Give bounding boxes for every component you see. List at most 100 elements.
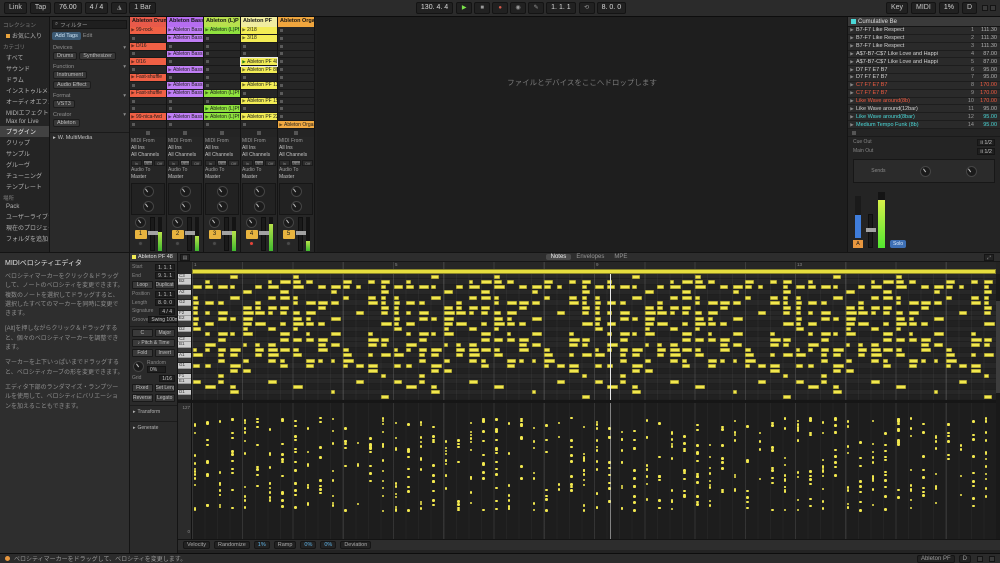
velocity-dot[interactable]: [231, 467, 234, 471]
velocity-dot[interactable]: [243, 431, 247, 434]
midi-note[interactable]: [921, 306, 930, 311]
velocity-dot[interactable]: [507, 507, 511, 511]
velocity-dot[interactable]: [884, 449, 887, 453]
midi-note[interactable]: [858, 348, 868, 353]
arm-button[interactable]: [175, 241, 180, 246]
tab-envelopes[interactable]: Envelopes: [571, 254, 609, 260]
velocity-dot[interactable]: [834, 417, 837, 420]
velocity-dot[interactable]: [381, 486, 385, 490]
velocity-dot[interactable]: [909, 498, 913, 502]
velocity-dot[interactable]: [231, 471, 234, 475]
scale-name-chooser[interactable]: Major: [154, 329, 175, 337]
velocity-dot[interactable]: [482, 417, 485, 421]
midi-note[interactable]: [305, 279, 314, 284]
midi-note[interactable]: [644, 311, 656, 316]
midi-note[interactable]: [707, 337, 717, 342]
velocity-dot[interactable]: [281, 442, 284, 446]
midi-note[interactable]: [858, 321, 870, 326]
clip-stop-slot[interactable]: [278, 34, 314, 43]
velocity-dot[interactable]: [683, 469, 686, 472]
clip-slot[interactable]: ▶ D/16: [130, 42, 166, 51]
velocity-dot[interactable]: [444, 462, 448, 466]
midi-note[interactable]: [217, 353, 225, 358]
midi-note[interactable]: [380, 295, 386, 300]
velocity-dot[interactable]: [947, 423, 950, 427]
sidebar-item-グルーヴ[interactable]: グルーヴ: [0, 159, 49, 170]
velocity-dot[interactable]: [256, 473, 259, 477]
velocity-dot[interactable]: [469, 437, 473, 440]
velocity-lane[interactable]: [192, 403, 996, 539]
sidebar-item-サンプル[interactable]: サンプル: [0, 148, 49, 159]
monitor-auto-button[interactable]: Auto: [253, 160, 265, 166]
midi-note[interactable]: [870, 353, 882, 358]
velocity-dot[interactable]: [545, 509, 548, 512]
midi-note[interactable]: [808, 384, 820, 389]
velocity-dot[interactable]: [407, 467, 410, 471]
monitor-in-button[interactable]: In: [131, 160, 142, 166]
midi-note[interactable]: [418, 337, 428, 342]
velocity-dot[interactable]: [419, 458, 423, 461]
velocity-dot[interactable]: [934, 436, 938, 439]
velocity-dot[interactable]: [193, 462, 196, 465]
midi-note[interactable]: [958, 285, 964, 290]
midi-note[interactable]: [330, 358, 336, 363]
place-item-ユーザーライブラリ[interactable]: ユーザーライブラリ: [0, 211, 49, 222]
midi-note[interactable]: [946, 295, 952, 300]
midi-note[interactable]: [933, 300, 943, 305]
velocity-dot[interactable]: [281, 419, 284, 423]
midi-note[interactable]: [418, 300, 426, 305]
send-a-knob[interactable]: [253, 186, 265, 197]
scene-row[interactable]: ▶ A$7-B7-C$7 Like Love and Happi 4 87.00: [848, 50, 1000, 59]
solo-cue-toggle[interactable]: Solo: [890, 240, 907, 248]
clip-stop-slot[interactable]: [278, 81, 314, 90]
velocity-dot[interactable]: [356, 441, 360, 444]
clip-stop-slot[interactable]: [130, 97, 166, 106]
velocity-dot[interactable]: [193, 477, 196, 480]
velocity-dot[interactable]: [972, 420, 975, 423]
velocity-dot[interactable]: [620, 449, 624, 452]
pan-knob[interactable]: [172, 217, 183, 228]
midi-note[interactable]: [896, 279, 905, 284]
velocity-dot[interactable]: [557, 435, 561, 439]
midi-note[interactable]: [745, 285, 753, 290]
add-tags-button[interactable]: Add Tags: [52, 32, 81, 40]
midi-note[interactable]: [406, 384, 418, 389]
velocity-dot[interactable]: [696, 503, 699, 506]
midi-note[interactable]: [896, 384, 906, 389]
velocity-dot[interactable]: [520, 417, 523, 421]
midi-note[interactable]: [808, 348, 813, 353]
velocity-dot[interactable]: [306, 502, 310, 505]
midi-note[interactable]: [217, 379, 225, 384]
midi-note[interactable]: [707, 300, 718, 305]
midi-note[interactable]: [682, 311, 690, 316]
midi-note[interactable]: [581, 353, 593, 358]
velocity-dot[interactable]: [984, 487, 988, 490]
send-a-knob[interactable]: [142, 186, 154, 197]
midi-note[interactable]: [293, 337, 302, 342]
velocity-dot[interactable]: [620, 461, 624, 464]
input-chooser[interactable]: All Ins: [205, 145, 239, 152]
midi-note[interactable]: [845, 290, 855, 295]
midi-note[interactable]: [293, 327, 298, 332]
midi-note[interactable]: [531, 342, 541, 347]
midi-note[interactable]: [192, 327, 201, 332]
monitor-in-button[interactable]: In: [205, 160, 216, 166]
velocity-dot[interactable]: [595, 423, 598, 426]
midi-note[interactable]: [330, 332, 342, 337]
clip-row-value[interactable]: Swing 100ms: [148, 316, 177, 323]
scene-row[interactable]: ▶ Like Wave around(8b) 10 170.00: [848, 97, 1000, 106]
midi-note[interactable]: [870, 327, 880, 332]
midi-note[interactable]: [933, 290, 941, 295]
midi-note[interactable]: [569, 295, 578, 300]
velocity-dot[interactable]: [733, 489, 737, 492]
velocity-dot[interactable]: [532, 508, 536, 512]
midi-note[interactable]: [217, 316, 228, 321]
velocity-dot[interactable]: [520, 477, 523, 480]
velocity-dot[interactable]: [407, 449, 410, 453]
midi-note[interactable]: [770, 342, 780, 347]
midi-note[interactable]: [732, 332, 744, 337]
link-button[interactable]: Link: [4, 2, 27, 14]
velocity-dot[interactable]: [495, 507, 498, 511]
midi-note[interactable]: [368, 337, 379, 342]
ramp-start-field[interactable]: 0%: [300, 541, 317, 549]
